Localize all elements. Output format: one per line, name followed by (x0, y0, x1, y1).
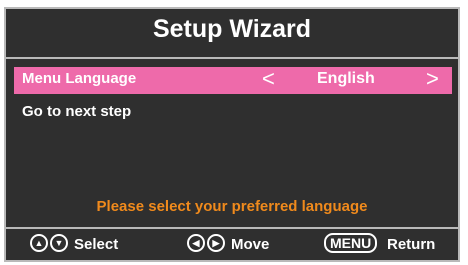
page-title: Setup Wizard (152, 15, 312, 43)
chevron-left-icon[interactable]: < (262, 66, 275, 92)
setup-wizard-panel: Setup Wizard Menu Language < English > G… (4, 7, 460, 262)
return-hint-label: Return (387, 236, 436, 253)
footer-divider (6, 227, 458, 229)
menu-key-badge: MENU (324, 233, 378, 253)
chevron-right-icon[interactable]: > (426, 66, 439, 92)
up-circle-icon: ▲ (30, 234, 48, 252)
hint-text: Please select your preferred language (96, 198, 368, 215)
select-hint-label: Select (74, 236, 119, 253)
menu-language-label: Menu Language (22, 70, 137, 87)
menu-language-row[interactable]: Menu Language < English > (14, 66, 452, 94)
down-circle-icon: ▼ (50, 234, 68, 252)
footer-help-bar: ▲ ▼ Select ◀ ▶ Move MENU Return (6, 233, 458, 257)
right-circle-icon: ▶ (207, 234, 225, 252)
title-divider (6, 57, 458, 59)
left-circle-icon: ◀ (187, 234, 205, 252)
move-hint-label: Move (231, 236, 270, 253)
language-value: English (317, 70, 375, 87)
go-to-next-step-item[interactable]: Go to next step (22, 103, 131, 120)
